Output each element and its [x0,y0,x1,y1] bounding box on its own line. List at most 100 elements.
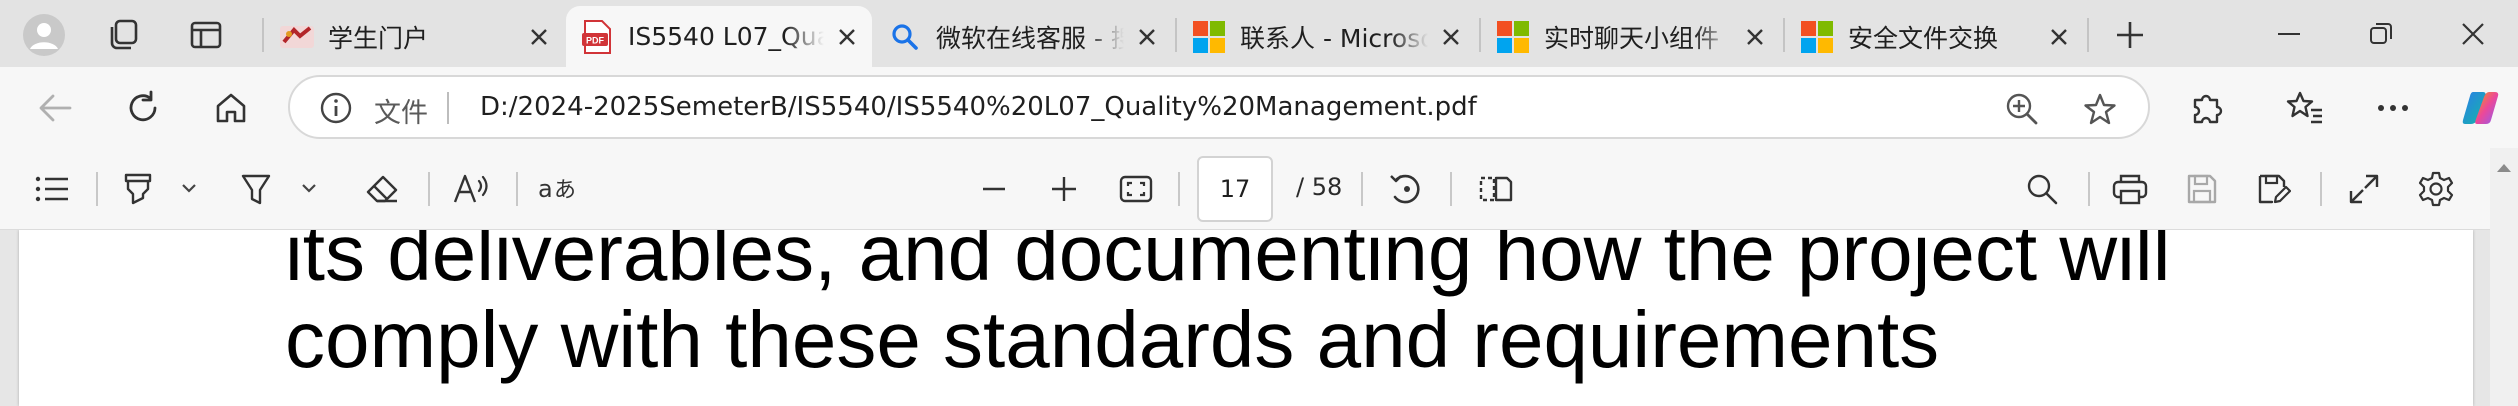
scroll-up-arrow-icon[interactable] [2490,156,2518,180]
zoom-in-icon [2006,93,2038,125]
pdf-toolbar: a あ 17 / 58 [0,148,2518,230]
tab-live-chat-widget[interactable]: 实时聊天小组件 [1482,6,1780,67]
pdf-viewport[interactable]: its deliverables, and documenting how th… [0,230,2518,406]
profile-button[interactable] [18,9,70,61]
fit-to-page-button[interactable] [1112,165,1160,213]
restore-button[interactable] [2336,6,2426,62]
print-button[interactable] [2106,165,2154,213]
minimize-button[interactable] [2244,6,2334,62]
tab-title: 微软在线客服 - 搜索 [936,23,1124,53]
rotate-icon [1390,174,1420,204]
extensions-button[interactable] [2178,79,2236,137]
erase-button[interactable] [358,165,406,213]
tab-separator [1783,18,1785,52]
close-tab-button[interactable] [522,20,556,54]
chevron-down-icon [302,184,316,193]
url-text[interactable]: D:/2024-2025SemeterB/IS5540/IS5540%20L07… [480,92,1477,122]
contents-list-icon [35,176,68,202]
fit-page-icon [1119,175,1153,203]
tab-title: 安全文件交换 [1848,23,1999,53]
favorites-button[interactable] [2276,79,2334,137]
tab-title: 实时聊天小组件 [1544,23,1720,53]
puzzle-icon [2193,94,2223,124]
draw-options-chevron[interactable] [298,177,320,199]
minimize-icon [2278,33,2300,35]
zoom-out-button[interactable] [970,165,1018,213]
toolbar-separator [1361,172,1363,206]
page-number-input[interactable]: 17 [1197,156,1273,222]
copilot-button[interactable] [2452,79,2510,137]
plus-icon [2117,22,2143,48]
more-icon [2378,105,2408,111]
settings-more-button[interactable] [2364,79,2422,137]
table-of-contents-button[interactable] [28,165,76,213]
close-tab-button[interactable] [1434,20,1468,54]
vertical-scrollbar[interactable] [2490,148,2518,406]
tab-separator [1175,18,1177,52]
vertical-tabs-icon [190,21,222,49]
tab-title: 联系人 - Microsoft [1240,23,1428,53]
minus-icon [983,187,1005,191]
close-icon [2462,23,2484,45]
toolbar-separator [1178,172,1180,206]
address-bar[interactable]: 文件 D:/2024-2025SemeterB/IS5540/IS5540%20… [288,75,2150,139]
full-screen-button[interactable] [2340,165,2388,213]
tab-microsoft-support-search[interactable]: 微软在线客服 - 搜索 [874,6,1172,67]
microsoft-logo-icon [1192,20,1226,54]
tab-secure-file-exchange[interactable]: 安全文件交换 [1786,6,2084,67]
tab-separator [262,18,264,52]
home-button[interactable] [202,79,260,137]
toolbar-separator [2088,172,2090,206]
tab-title: 学生门户 [328,23,429,53]
save-as-icon [2258,174,2291,204]
draw-button[interactable] [232,165,280,213]
info-icon[interactable] [318,90,354,126]
svg-text:PDF: PDF [586,35,605,45]
close-icon [1139,28,1155,45]
save-button[interactable] [2178,165,2226,213]
expand-icon [2349,174,2379,204]
read-aloud-icon [453,174,488,203]
close-window-button[interactable] [2428,6,2518,62]
highlight-options-chevron[interactable] [178,177,200,199]
favorite-button[interactable] [2080,89,2120,129]
tab-pdf-quality-management[interactable]: PDF IS5540 L07_Quality Management.pdf [566,6,872,67]
page-view-button[interactable] [1472,165,1520,213]
tab-strip: 学生门户 PDF IS5540 L07_Quality Management.p… [0,0,2518,67]
address-separator [447,92,449,124]
translate-button[interactable]: a あ [534,165,582,213]
microsoft-logo-icon [1496,20,1530,54]
tab-contacts-microsoft[interactable]: 联系人 - Microsoft [1178,6,1476,67]
toolbar-separator [2320,172,2322,206]
total-pages-label: / 58 [1296,173,1343,201]
back-button[interactable] [26,79,84,137]
close-tab-button[interactable] [1738,20,1772,54]
svg-text:a: a [538,175,553,203]
toolbar-separator [428,172,430,206]
vertical-tabs-button[interactable] [180,9,232,61]
arrow-left-icon [39,94,72,122]
cityu-logo-icon [280,20,314,54]
close-tab-button[interactable] [1130,20,1164,54]
slide-text-line: its deliverables, and documenting how th… [285,230,2171,297]
close-tab-button[interactable] [830,20,864,54]
close-icon [1443,28,1459,45]
zoom-button[interactable] [2002,89,2042,129]
save-as-button[interactable] [2250,165,2298,213]
search-icon [888,20,922,54]
read-aloud-button[interactable] [448,165,496,213]
new-tab-button[interactable] [2104,9,2156,61]
pdf-settings-button[interactable] [2412,165,2460,213]
toolbar-separator [516,172,518,206]
rotate-button[interactable] [1382,165,1430,213]
zoom-in-button[interactable] [1040,165,1088,213]
close-tab-button[interactable] [2042,20,2076,54]
find-button[interactable] [2018,165,2066,213]
workspaces-button[interactable] [98,9,150,61]
highlight-button[interactable] [114,165,162,213]
translate-icon: a あ [538,175,576,203]
favorites-list-icon [2286,91,2322,124]
refresh-button[interactable] [114,79,172,137]
tab-separator [2087,18,2089,52]
tab-student-portal[interactable]: 学生门户 [266,6,564,67]
